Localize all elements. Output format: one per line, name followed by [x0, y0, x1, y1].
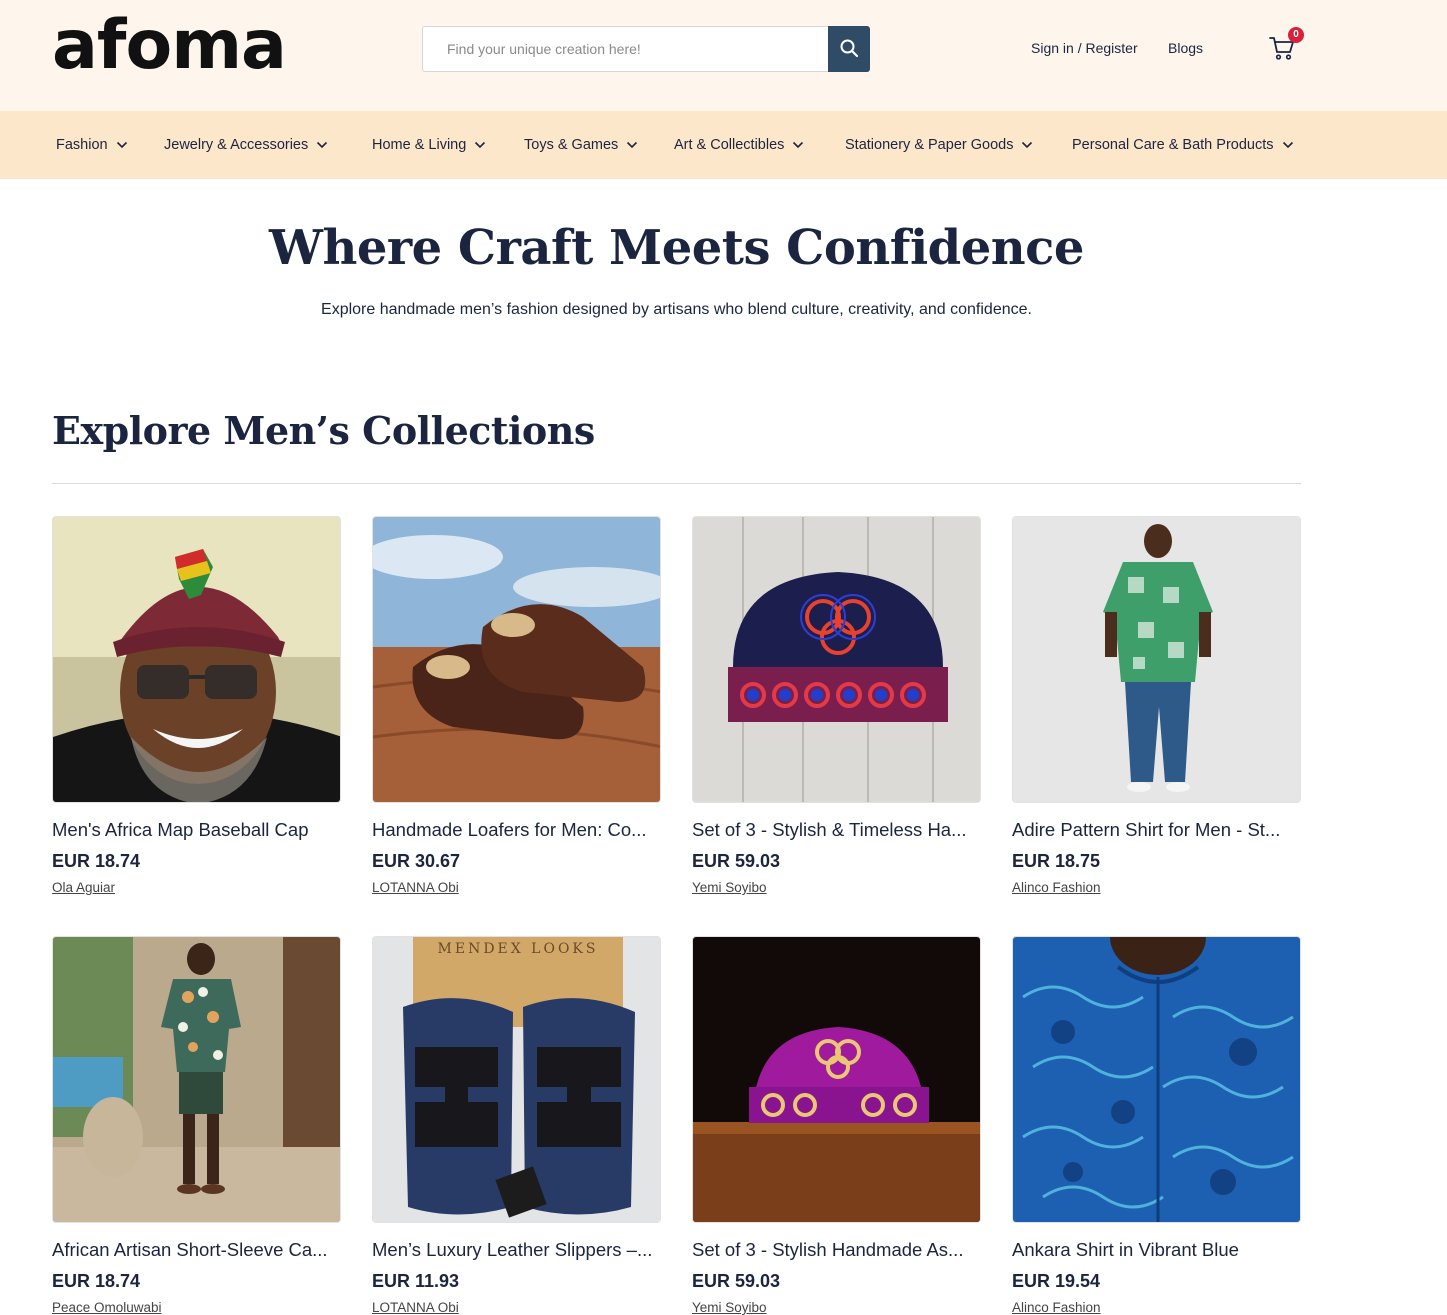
section-divider [52, 483, 1301, 484]
nav-stationery-paper-goods[interactable]: Stationery & Paper Goods [845, 111, 1033, 179]
cart-count-badge: 0 [1288, 27, 1304, 43]
product-price: EUR 30.67 [372, 851, 461, 871]
nav-art-collectibles[interactable]: Art & Collectibles [674, 111, 804, 179]
nav-fashion[interactable]: Fashion [56, 111, 128, 179]
product-title[interactable]: Handmade Loafers for Men: Co... [372, 819, 661, 841]
sign-in-register-link[interactable]: Sign in / Register [1031, 40, 1138, 56]
product-price: EUR 18.75 [1012, 851, 1101, 871]
product-price: EUR 18.74 [52, 851, 141, 871]
seller-link[interactable]: LOTANNA Obi [372, 1300, 459, 1315]
category-nav: Fashion Jewelry & Accessories Home & Liv… [0, 111, 1447, 179]
product-card: Handmade Loafers for Men: Co... EUR 30.6… [372, 516, 661, 897]
section-title: Explore Men’s Collections [52, 408, 595, 453]
nav-label: Art & Collectibles [674, 137, 785, 153]
seller-link[interactable]: Ola Aguiar [52, 880, 115, 895]
product-title[interactable]: Set of 3 - Stylish Handmade As... [692, 1239, 981, 1261]
product-price: EUR 18.74 [52, 1271, 141, 1291]
search-input[interactable] [422, 26, 828, 72]
nav-home-living[interactable]: Home & Living [372, 111, 486, 179]
product-card: African Artisan Short-Sleeve Ca... EUR 1… [52, 936, 341, 1315]
site-logo[interactable]: afoma [52, 12, 287, 80]
chevron-down-icon [792, 141, 804, 149]
product-price: EUR 11.93 [372, 1271, 460, 1291]
hero-title: Where Craft Meets Confidence [269, 220, 1084, 276]
cart-button[interactable]: 0 [1268, 27, 1306, 66]
site-header: afoma Sign in / Register Blogs 0 [0, 0, 1447, 111]
product-card: Set of 3 - Stylish & Timeless Ha... EUR … [692, 516, 981, 897]
nav-jewelry-accessories[interactable]: Jewelry & Accessories [164, 111, 328, 179]
product-title[interactable]: African Artisan Short-Sleeve Ca... [52, 1239, 341, 1261]
chevron-down-icon [474, 141, 486, 149]
product-image-slippers[interactable]: MENDEX LOOKS [372, 936, 661, 1223]
product-price: EUR 19.54 [1012, 1271, 1101, 1291]
chevron-down-icon [1021, 141, 1033, 149]
product-image-ankara-shirt[interactable] [1012, 936, 1301, 1223]
cart-icon [1268, 37, 1296, 66]
product-price: EUR 59.03 [692, 851, 781, 871]
seller-link[interactable]: Peace Omoluwabi [52, 1300, 162, 1315]
nav-personal-care-bath[interactable]: Personal Care & Bath Products [1072, 111, 1294, 179]
product-card: Ankara Shirt in Vibrant Blue EUR 19.54 A… [1012, 936, 1301, 1315]
product-card: Set of 3 - Stylish Handmade As... EUR 59… [692, 936, 981, 1315]
product-image-purple-hat[interactable] [692, 936, 981, 1223]
product-image-short-sleeve-shirt[interactable] [52, 936, 341, 1223]
product-title[interactable]: Adire Pattern Shirt for Men - St... [1012, 819, 1301, 841]
product-image-adire-shirt[interactable] [1012, 516, 1301, 803]
hero-subtitle: Explore handmade men’s fashion designed … [321, 301, 1032, 318]
chevron-down-icon [626, 141, 638, 149]
search-icon [839, 38, 859, 61]
seller-link[interactable]: Yemi Soyibo [692, 880, 767, 895]
chevron-down-icon [1282, 141, 1294, 149]
seller-link[interactable]: Alinco Fashion [1012, 880, 1101, 895]
seller-link[interactable]: LOTANNA Obi [372, 880, 459, 895]
nav-label: Fashion [56, 137, 108, 153]
chevron-down-icon [316, 141, 328, 149]
product-image-loafers[interactable] [372, 516, 661, 803]
nav-label: Stationery & Paper Goods [845, 137, 1014, 153]
product-card: MENDEX LOOKS Men’s Luxury Leather Slippe… [372, 936, 661, 1315]
search-button[interactable] [828, 26, 870, 72]
nav-toys-games[interactable]: Toys & Games [524, 111, 638, 179]
product-image-cap[interactable] [52, 516, 341, 803]
seller-link[interactable]: Alinco Fashion [1012, 1300, 1101, 1315]
chevron-down-icon [116, 141, 128, 149]
product-price: EUR 59.03 [692, 1271, 781, 1291]
nav-label: Personal Care & Bath Products [1072, 137, 1274, 153]
product-image-hat[interactable] [692, 516, 981, 803]
seller-link[interactable]: Yemi Soyibo [692, 1300, 767, 1315]
product-title[interactable]: Set of 3 - Stylish & Timeless Ha... [692, 819, 981, 841]
product-title[interactable]: Men's Africa Map Baseball Cap [52, 819, 341, 841]
slipper-box-brand-text: MENDEX LOOKS [438, 941, 599, 957]
nav-label: Toys & Games [524, 137, 619, 153]
product-title[interactable]: Ankara Shirt in Vibrant Blue [1012, 1239, 1301, 1261]
product-title[interactable]: Men’s Luxury Leather Slippers –... [372, 1239, 661, 1261]
product-card: Adire Pattern Shirt for Men - St... EUR … [1012, 516, 1301, 897]
nav-label: Home & Living [372, 137, 467, 153]
blogs-link[interactable]: Blogs [1168, 40, 1203, 56]
nav-label: Jewelry & Accessories [164, 137, 309, 153]
product-card: Men's Africa Map Baseball Cap EUR 18.74 … [52, 516, 341, 897]
search-bar [422, 26, 870, 72]
